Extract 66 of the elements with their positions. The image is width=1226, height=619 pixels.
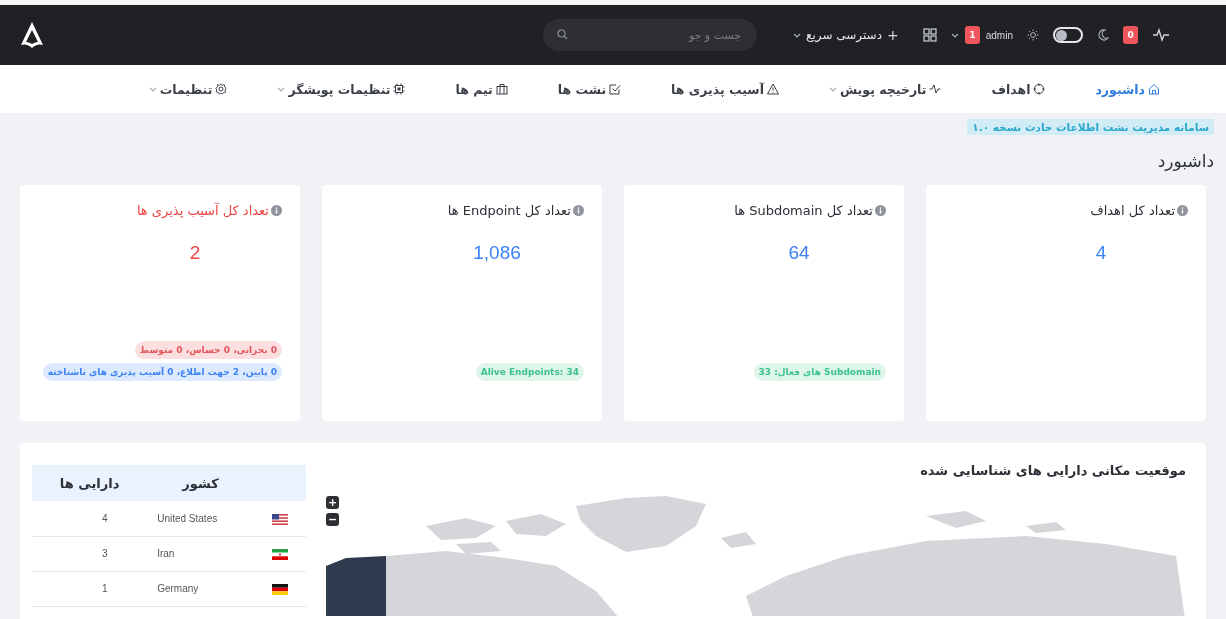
- grid-icon[interactable]: [922, 28, 937, 42]
- settings-icon: [215, 83, 228, 95]
- caret-icon: [828, 85, 837, 93]
- caret-icon: [793, 31, 802, 39]
- nav-item[interactable]: تیم ها: [455, 81, 508, 97]
- pulse-icon[interactable]: [1152, 28, 1170, 42]
- home-icon: [1148, 83, 1160, 95]
- table-cell: 3: [32, 536, 148, 571]
- table-cell: Iran: [147, 536, 254, 571]
- flag-icon: [272, 584, 288, 595]
- table-cell: Germany: [147, 571, 254, 606]
- checkbox-icon: [609, 83, 622, 95]
- nav-item[interactable]: نشت ها: [557, 81, 622, 97]
- card-title: تعداد کل Endpoint ها: [447, 203, 571, 218]
- info-icon: [573, 205, 584, 216]
- user-name[interactable]: admin: [985, 29, 1013, 41]
- card-title: تعداد کل Subdomain ها: [734, 203, 873, 218]
- user-badge: 1: [964, 26, 980, 44]
- stat-value: 1,086: [472, 242, 522, 264]
- column-header: دارایی ها: [32, 465, 148, 501]
- status-pill: Alive Endpoints: 34: [475, 363, 584, 381]
- stat-value: 2: [188, 242, 202, 264]
- card-title: تعداد کل آسیب پذیری ها: [136, 203, 269, 218]
- caret-icon: [950, 31, 959, 39]
- nav-item[interactable]: تنظیمات پویشگر: [277, 81, 406, 97]
- stat-value: 64: [787, 242, 811, 264]
- search-field[interactable]: جست و جو: [543, 19, 758, 51]
- theme-toggle[interactable]: [1053, 27, 1083, 43]
- crosshair-icon: [1033, 83, 1046, 95]
- table-cell: 1: [32, 571, 148, 606]
- flag-icon: [272, 549, 288, 560]
- search-icon: [557, 29, 569, 40]
- stat-value: 4: [1094, 242, 1108, 264]
- caret-icon: [277, 85, 286, 93]
- notification-count: 0: [1123, 26, 1138, 44]
- sun-icon: [1027, 29, 1039, 41]
- info-icon: [271, 205, 282, 216]
- moon-icon: [1097, 29, 1109, 41]
- plus-icon: +: [887, 27, 899, 43]
- nav-item[interactable]: اهداف: [991, 81, 1046, 97]
- status-pill: 0 پایین، 2 جهت اطلاع، 0 آسیب پذیری های ناشناخته: [42, 363, 282, 381]
- quick-access-menu[interactable]: دسترسی سریع: [806, 28, 882, 42]
- briefcase-icon: [495, 83, 508, 95]
- card-title: تعداد کل اهداف: [1090, 203, 1175, 218]
- nav-item[interactable]: تارخیچه پویش: [828, 81, 942, 97]
- logo-icon[interactable]: [19, 21, 45, 49]
- zoom-out-button[interactable]: −: [326, 513, 339, 526]
- status-pill: Subdomain های فعال: 33: [753, 363, 886, 381]
- table-cell: United States: [147, 501, 254, 536]
- column-header: کشور: [147, 465, 254, 501]
- nav-item[interactable]: آسیب پذیری ها: [671, 81, 779, 97]
- version-badge: سامانه مدیریت نشت اطلاعات حادث نسخه ۱.۰: [967, 119, 1214, 135]
- nav-item[interactable]: تنظیمات: [148, 81, 228, 97]
- nav-item[interactable]: داشبورد: [1095, 81, 1160, 97]
- status-pill: 0 بحرانی، 0 حساس، 0 متوسط: [134, 341, 282, 359]
- warning-icon: [766, 83, 779, 95]
- flag-icon: [272, 513, 288, 525]
- info-icon: [1177, 205, 1188, 216]
- table-cell: 4: [32, 501, 148, 536]
- page-title: داشبورد: [1156, 151, 1214, 171]
- chip-icon: [393, 83, 406, 95]
- caret-icon: [148, 85, 157, 93]
- zoom-in-button[interactable]: +: [326, 496, 339, 509]
- map-title: موقعیت مکانی دارایی های شناسایی شده: [919, 463, 1186, 478]
- info-icon: [875, 205, 886, 216]
- pulse-icon: [929, 83, 942, 95]
